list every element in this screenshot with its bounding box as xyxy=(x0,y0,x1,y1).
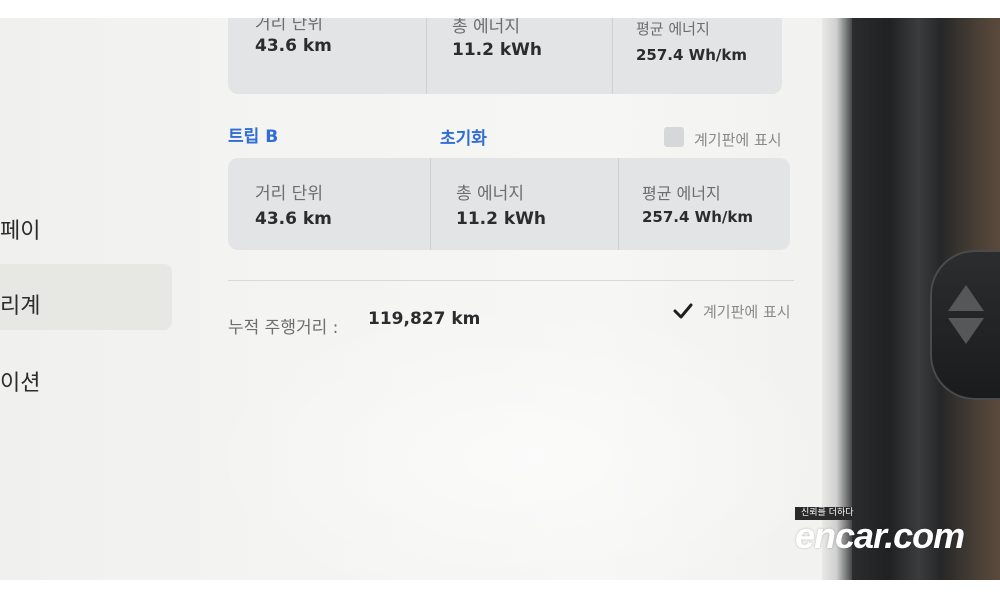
trip-a-avg-energy-value: 257.4 Wh/km xyxy=(636,46,747,64)
menu-item-3-label: 이션 xyxy=(0,371,41,396)
trip-b-energy-label: 총 에너지 xyxy=(456,184,524,204)
trip-a-distance-cell: 거리 단위 43.6 km xyxy=(228,18,426,94)
trip-b-energy-value: 11.2 kWh xyxy=(456,209,547,229)
trip-a-distance-label: 거리 단위 xyxy=(255,18,323,34)
trip-b-show-on-dashboard-label: 계기판에 표시 xyxy=(694,131,782,149)
menu-item-trip-meter-label: 리계 xyxy=(0,294,41,319)
trip-b-avg-energy-label: 평균 에너지 xyxy=(642,184,721,203)
menu-item-trip-meter[interactable]: 리계 xyxy=(0,288,40,320)
down-arrow-icon xyxy=(948,318,984,344)
trip-b-distance-cell: 거리 단위 43.6 km xyxy=(228,158,430,250)
odometer-show-on-dashboard-checkbox[interactable] xyxy=(672,300,696,324)
screen-glare xyxy=(200,298,840,580)
menu-item-1[interactable]: 페이 xyxy=(0,213,40,245)
trip-b-avg-energy-cell: 평균 에너지 257.4 Wh/km xyxy=(618,158,791,250)
checkmark-icon xyxy=(673,303,693,319)
trip-b-energy-cell: 총 에너지 11.2 kWh xyxy=(430,158,619,250)
menu-item-1-label: 페이 xyxy=(0,219,41,244)
trip-a-energy-cell: 총 에너지 11.2 kWh xyxy=(426,18,613,94)
trip-b-distance-value: 43.6 km xyxy=(255,209,332,229)
odometer-label: 누적 주행거리 : xyxy=(228,318,339,338)
divider xyxy=(228,280,794,281)
up-arrow-icon xyxy=(948,285,984,311)
odometer-value: 119,827 km xyxy=(368,309,481,329)
trip-a-avg-energy-cell: 평균 에너지 257.4 Wh/km xyxy=(612,18,783,94)
trip-a-distance-value: 43.6 km xyxy=(255,36,332,56)
trip-a-energy-value: 11.2 kWh xyxy=(452,40,543,60)
trip-a-energy-label: 총 에너지 xyxy=(452,18,520,37)
trip-a-card: 거리 단위 43.6 km 총 에너지 11.2 kWh 평균 에너지 257.… xyxy=(228,18,782,94)
trip-b-title: 트립 B xyxy=(228,127,279,147)
trip-b-distance-label: 거리 단위 xyxy=(255,184,323,204)
trip-b-card: 거리 단위 43.6 km 총 에너지 11.2 kWh 평균 에너지 257.… xyxy=(228,158,790,250)
menu-item-3[interactable]: 이션 xyxy=(0,365,40,397)
trip-a-avg-energy-label: 평균 에너지 xyxy=(636,20,710,38)
odometer-show-on-dashboard-label: 계기판에 표시 xyxy=(703,303,791,321)
trip-b-show-on-dashboard-checkbox[interactable] xyxy=(664,127,684,147)
trip-b-reset-button[interactable]: 초기화 xyxy=(440,124,487,149)
trip-b-avg-energy-value: 257.4 Wh/km xyxy=(642,208,753,226)
watermark-logo: encar.com xyxy=(795,515,965,556)
